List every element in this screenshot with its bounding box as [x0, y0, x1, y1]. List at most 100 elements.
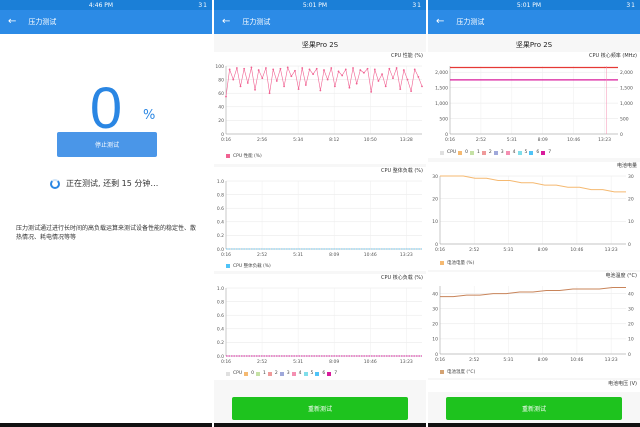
data-point — [246, 82, 249, 84]
x-tick-label: 13:23 — [605, 357, 618, 363]
nav-bar — [428, 423, 640, 427]
y-tick-label: 0.4 — [217, 327, 224, 333]
x-tick-label: 5:31 — [293, 359, 303, 365]
stress-test-result-screen-1: 5:01 PM 31 ← 压力测试 坚果Pro 2S CPU 性能 (%) 02… — [214, 0, 426, 427]
y-tick-label-right: 1,000 — [620, 101, 633, 107]
legend-label: 1 — [263, 371, 266, 376]
data-point — [297, 88, 300, 91]
device-name: 坚果Pro 2S — [515, 41, 553, 49]
nav-bar — [0, 423, 212, 427]
back-arrow-icon[interactable]: ← — [8, 17, 16, 27]
chart-title: 电池电量 — [616, 163, 637, 169]
data-point — [272, 68, 275, 71]
chart-legend: 电池电量 (%) — [440, 260, 474, 266]
data-point — [352, 67, 354, 69]
data-point — [315, 67, 318, 70]
y-tick-label: 30 — [432, 174, 438, 180]
battery-voltage-chart: 电池电压 (V) — [428, 380, 640, 392]
data-point — [312, 73, 315, 76]
y-tick-label: 10 — [432, 337, 438, 343]
x-tick-label: 8:09 — [538, 357, 548, 363]
y-tick-label: 0.0 — [217, 354, 224, 360]
x-tick-label: 0:16 — [221, 137, 231, 143]
y-tick-label: 0 — [435, 242, 438, 248]
back-arrow-icon[interactable]: ← — [436, 17, 444, 27]
cpu-core-load-chart: CPU 核心负载 (%) 0.0 0.2 0.4 0.6 0.8 1.0 0:16 2:52 5… — [214, 274, 426, 380]
legend-swatch — [440, 261, 444, 265]
x-tick-label: 10:46 — [567, 137, 580, 143]
legend-label: CPU 整体负载 (%) — [233, 264, 271, 269]
series-line — [440, 287, 626, 298]
data-point — [308, 68, 311, 71]
legend-swatch — [529, 150, 534, 155]
x-tick-label: 0:16 — [221, 252, 231, 258]
data-point — [286, 66, 289, 69]
y-tick-label: 0 — [445, 132, 448, 138]
series-line — [225, 66, 423, 97]
legend-swatch — [493, 150, 498, 155]
data-point — [344, 68, 347, 71]
x-tick-label: 5:34 — [293, 137, 303, 143]
legend-label: 1 — [477, 150, 480, 155]
x-tick-label: 13:23 — [598, 137, 611, 143]
y-tick-label: 0.4 — [217, 220, 224, 226]
nav-bar — [214, 423, 426, 427]
page-title: 压力测试 — [456, 18, 485, 26]
data-point — [250, 66, 253, 69]
legend-label: 电池温度 (°C) — [447, 370, 476, 375]
y-tick-label: 2,000 — [435, 70, 448, 76]
data-point — [392, 77, 394, 80]
data-point — [243, 67, 246, 70]
legend-swatch — [517, 150, 522, 155]
legend-label: CPU 性能 (%) — [233, 154, 262, 159]
legend-swatch — [505, 150, 510, 155]
legend-swatch — [267, 371, 272, 376]
back-arrow-icon[interactable]: ← — [222, 17, 230, 27]
data-point — [268, 92, 271, 95]
data-point — [399, 88, 402, 91]
y-tick-label: 0.8 — [217, 192, 224, 198]
stop-test-button[interactable]: 停止测试 — [57, 132, 157, 157]
x-tick-label: 13:23 — [400, 252, 413, 258]
legend-swatch — [440, 370, 444, 374]
loading-spinner-icon — [50, 178, 60, 189]
retest-button[interactable]: 重新测试 — [232, 397, 408, 420]
y-tick-label: 0 — [435, 352, 438, 358]
legend-swatch — [291, 371, 296, 376]
legend-swatch — [481, 150, 486, 155]
chart-svg: 0 0 500 500 1,000 1,000 1,500 1,500 2,000 2,000 0:… — [435, 66, 633, 143]
y-tick-label: 0.6 — [217, 206, 224, 212]
chart-title: CPU 核心频率 (MHz) — [589, 53, 637, 59]
x-tick-label: 10:46 — [364, 252, 377, 258]
x-tick-label: 2:52 — [257, 252, 267, 258]
retest-button[interactable]: 重新测试 — [446, 397, 622, 420]
data-point — [395, 67, 398, 69]
cpu-performance-chart: CPU 性能 (%) 0 20 40 60 80 100 0:16 2:56 5:34 8:12 1… — [214, 52, 426, 164]
x-tick-label: 13:28 — [400, 137, 413, 143]
legend-label: 7 — [334, 371, 338, 376]
data-point — [261, 77, 264, 80]
data-point — [283, 85, 285, 88]
x-tick-label: 5:31 — [503, 357, 513, 363]
x-tick-label: 10:46 — [364, 359, 377, 365]
data-point — [275, 80, 278, 82]
chart-svg: 0 0 10 10 20 20 30 30 0:16 2:52 5:31 8:09 10:46 13:23 — [432, 174, 634, 253]
data-point — [341, 74, 344, 77]
battery-indicator: 31 — [198, 1, 208, 9]
status-bar: 5:01 PM 31 — [214, 0, 426, 10]
y-tick-label-right: 0 — [628, 242, 631, 248]
data-point — [326, 78, 329, 81]
legend-swatch — [256, 371, 261, 376]
legend-label: 4 — [512, 150, 516, 155]
y-tick-label-right: 0 — [628, 352, 631, 358]
data-point — [301, 67, 304, 69]
x-tick-label: 13:23 — [400, 359, 413, 365]
cpu-overall-load-chart: CPU 整体负载 (%) 0.0 0.2 0.4 0.6 0.8 1.0 0:16 2:52 5… — [214, 167, 426, 271]
battery-level-chart: 电池电量 0 0 10 10 20 20 30 30 0:16 2:52 5:31 8:09 10:46… — [428, 162, 640, 270]
y-tick-label-right: 0 — [620, 132, 623, 138]
data-point — [294, 69, 296, 72]
legend-label: CPU — [447, 150, 457, 155]
x-tick-label: 2:52 — [257, 359, 267, 365]
x-tick-label: 0:16 — [435, 357, 445, 363]
data-point — [373, 68, 376, 71]
